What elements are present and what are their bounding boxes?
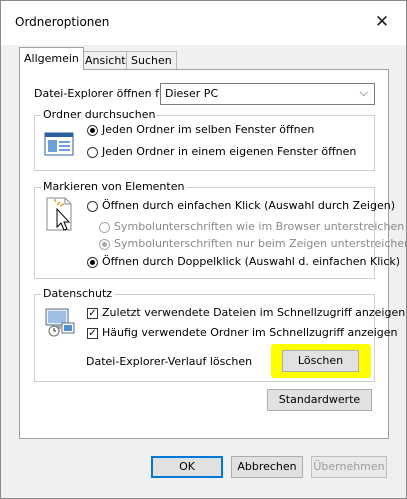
double-click-label: Öffnen durch Doppelklick (Auswahl d. ein… — [102, 255, 401, 268]
clear-history-button[interactable]: Löschen — [282, 350, 359, 372]
tab-suchen[interactable]: Suchen — [126, 51, 177, 70]
folder-window-icon — [44, 131, 74, 160]
pointer-click-icon — [46, 197, 74, 234]
privacy-group-legend: Datenschutz — [41, 287, 115, 300]
checkbox-frequent-folders[interactable]: ✓ — [87, 328, 98, 339]
explorer-open-value: Dieser PC — [165, 87, 219, 100]
radio-double-click[interactable] — [87, 257, 98, 268]
title-bar: Ordneroptionen ✕ — [1, 1, 406, 45]
click-group-legend: Markieren von Elementen — [41, 180, 187, 193]
new-window-label: Jeden Ordner in einem eigenen Fenster öf… — [102, 145, 357, 158]
folder-options-dialog: Ordneroptionen ✕ Allgemein Ansicht Suche… — [0, 0, 407, 499]
window-title: Ordneroptionen — [15, 15, 110, 29]
explorer-open-label: Datei-Explorer öffnen für: — [34, 87, 175, 100]
frequent-folders-label: Häufig verwendete Ordner im Schnellzugri… — [102, 326, 398, 339]
ok-button[interactable]: OK — [151, 456, 223, 478]
radio-new-window[interactable] — [87, 147, 98, 158]
explorer-open-select[interactable]: Dieser PC ⌵ — [160, 83, 375, 105]
single-click-label: Öffnen durch einfachen Klick (Auswahl du… — [102, 199, 396, 212]
same-window-label: Jeden Ordner im selben Fenster öffnen — [102, 123, 315, 136]
underline-hover-label: Symbolunterschriften nur beim Zeigen unt… — [114, 237, 407, 250]
radio-single-click[interactable] — [87, 201, 98, 212]
close-icon[interactable]: ✕ — [370, 10, 394, 34]
clear-history-label: Datei-Explorer-Verlauf löschen — [86, 355, 253, 368]
tab-allgemein[interactable]: Allgemein — [19, 47, 84, 70]
radio-underline-hover[interactable] — [99, 239, 110, 250]
tab-ansicht[interactable]: Ansicht — [80, 51, 131, 70]
radio-same-window[interactable] — [87, 125, 98, 136]
privacy-computer-icon — [44, 305, 76, 340]
cancel-button[interactable]: Abbrechen — [231, 456, 303, 478]
apply-button[interactable]: Übernehmen — [311, 456, 387, 478]
browse-group-legend: Ordner durchsuchen — [41, 108, 158, 121]
chevron-down-icon: ⌵ — [359, 86, 368, 99]
recent-files-label: Zuletzt verwendete Dateien im Schnellzug… — [102, 306, 406, 319]
checkbox-recent-files[interactable]: ✓ — [87, 308, 98, 319]
underline-browser-label: Symbolunterschriften wie im Browser unte… — [114, 220, 405, 233]
restore-defaults-button[interactable]: Standardwerte — [267, 389, 372, 411]
radio-underline-browser[interactable] — [99, 222, 110, 233]
